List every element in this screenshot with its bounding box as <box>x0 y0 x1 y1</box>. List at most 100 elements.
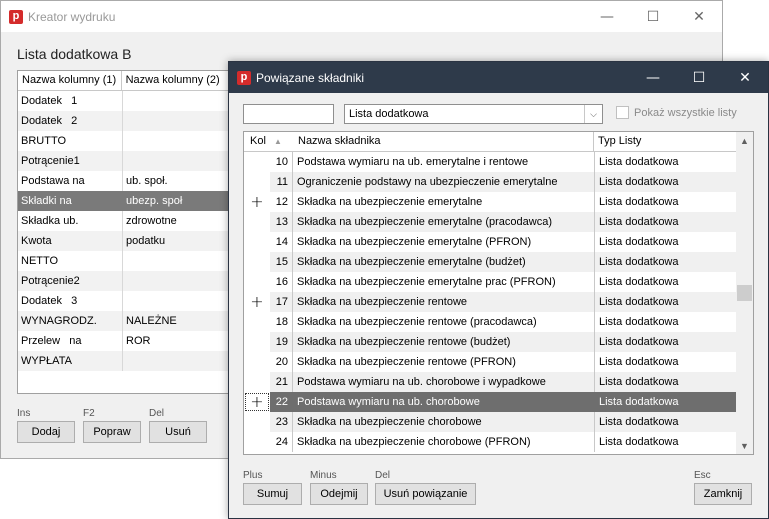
component-name: Podstawa wymiaru na ub. chorobowe <box>292 392 594 412</box>
list-type: Lista dodatkowa <box>594 252 737 272</box>
component-name: Ograniczenie podstawy na ubezpieczenie e… <box>292 172 594 192</box>
component-name: Składka na ubezpieczenie chorobowe (PFRO… <box>292 432 594 452</box>
scroll-thumb[interactable] <box>737 285 752 301</box>
table-row[interactable]: 21 Podstawa wymiaru na ub. chorobowe i wy… <box>244 372 737 392</box>
table-row[interactable]: 23 Składka na ubezpieczenie chorobowe List… <box>244 412 737 432</box>
table-row[interactable]: +22 Podstawa wymiaru na ub. chorobowe List… <box>244 392 737 412</box>
scroll-down-icon[interactable]: ▼ <box>736 437 753 454</box>
component-name: Składka na ubezpieczenie chorobowe <box>292 412 594 432</box>
table-row[interactable]: 20 Składka na ubezpieczenie rentowe (PFRO… <box>244 352 737 372</box>
component-name: Składka na ubezpieczenie rentowe <box>292 292 594 312</box>
component-name: Podstawa wymiaru na ub. chorobowe i wypa… <box>292 372 594 392</box>
table-row[interactable]: Dodatek 2 <box>18 111 256 131</box>
list-type: Lista dodatkowa <box>594 392 737 412</box>
list-type: Lista dodatkowa <box>594 272 737 292</box>
linked-components-dialog: p Powiązane składniki — ☐ ✕ Lista dodatk… <box>228 61 769 519</box>
kol-column-header[interactable]: Kol <box>244 132 270 151</box>
table-row[interactable]: 11 Ograniczenie podstawy na ubezpieczenie… <box>244 172 737 192</box>
component-number: 13 <box>270 212 292 232</box>
plus-icon[interactable]: + <box>244 192 270 212</box>
table-row[interactable]: 14 Składka na ubezpieczenie emerytalne (P… <box>244 232 737 252</box>
list-type: Lista dodatkowa <box>594 412 737 432</box>
column-header-1[interactable]: Nazwa kolumny (1) <box>18 71 122 90</box>
table-row[interactable]: 24 Składka na ubezpieczenie chorobowe (PF… <box>244 432 737 452</box>
subtract-button[interactable]: Odejmij <box>310 483 368 505</box>
components-grid[interactable]: Kol ▲ Nazwa składnika Typ Listy 10 Podsta… <box>243 131 754 455</box>
table-row[interactable]: BRUTTO <box>18 131 256 151</box>
table-row[interactable]: NETTO <box>18 251 256 271</box>
table-row[interactable]: Składki na ubezp. społ <box>18 191 256 211</box>
show-all-lists-checkbox[interactable]: Pokaż wszystkie listy <box>616 106 737 119</box>
table-row[interactable]: 13 Składka na ubezpieczenie emerytalne (p… <box>244 212 737 232</box>
component-name: Składka na ubezpieczenie emerytalne (pra… <box>292 212 594 232</box>
minimize-icon[interactable]: — <box>584 1 630 32</box>
type-column-header[interactable]: Typ Listy <box>594 132 737 151</box>
table-row[interactable]: 18 Składka na ubezpieczenie rentowe (prac… <box>244 312 737 332</box>
table-row[interactable]: Składka ub. zdrowotne <box>18 211 256 231</box>
add-button[interactable]: Dodaj <box>17 421 75 443</box>
table-row[interactable]: Przelew na ROR <box>18 331 256 351</box>
table-row[interactable]: 15 Składka na ubezpieczenie emerytalne (b… <box>244 252 737 272</box>
delete-key-hint: Del <box>149 408 165 419</box>
sort-ascending-icon[interactable]: ▲ <box>270 132 294 151</box>
search-input[interactable] <box>243 104 334 124</box>
maximize-icon[interactable]: ☐ <box>676 62 722 93</box>
plus-icon[interactable]: + <box>244 392 270 412</box>
table-row[interactable]: 10 Podstawa wymiaru na ub. emerytalne i r… <box>244 152 737 172</box>
component-number: 21 <box>270 372 292 392</box>
table-row[interactable]: 19 Składka na ubezpieczenie rentowe (budż… <box>244 332 737 352</box>
maximize-icon[interactable]: ☐ <box>630 1 676 32</box>
component-name: Składka na ubezpieczenie rentowe (budżet… <box>292 332 594 352</box>
column-name-1-cell: Składka ub. <box>21 215 79 227</box>
chevron-down-icon[interactable]: ⌵ <box>584 105 602 123</box>
component-name: Podstawa wymiaru na ub. emerytalne i ren… <box>292 152 594 172</box>
component-number: 15 <box>270 252 292 272</box>
scroll-up-icon[interactable]: ▲ <box>736 132 753 149</box>
sum-key-hint: Plus <box>243 470 263 481</box>
name-column-header[interactable]: Nazwa składnika <box>294 132 594 151</box>
list-type-value: Lista dodatkowa <box>349 108 429 120</box>
list-type: Lista dodatkowa <box>594 332 737 352</box>
plus-icon[interactable]: + <box>244 292 270 312</box>
table-row[interactable]: Potrącenie1 <box>18 151 256 171</box>
table-row[interactable]: Podstawa na ub. społ. <box>18 171 256 191</box>
subtract-key-hint: Minus <box>310 470 337 481</box>
list-type: Lista dodatkowa <box>594 292 737 312</box>
list-type: Lista dodatkowa <box>594 372 737 392</box>
table-row[interactable]: Kwota podatku <box>18 231 256 251</box>
list-type: Lista dodatkowa <box>594 172 737 192</box>
close-icon[interactable]: ✕ <box>676 1 722 32</box>
list-type: Lista dodatkowa <box>594 312 737 332</box>
component-number: 23 <box>270 412 292 432</box>
column-name-1-cell: Potrącenie1 <box>21 155 80 167</box>
edit-button[interactable]: Popraw <box>83 421 141 443</box>
column-name-1-cell: NETTO <box>21 255 59 267</box>
column-name-1-cell: BRUTTO <box>21 135 67 147</box>
table-row[interactable]: WYNAGRODZ. NALEŻNE <box>18 311 256 331</box>
columns-table[interactable]: Nazwa kolumny (1) Nazwa kolumny (2) Doda… <box>17 70 257 394</box>
column-name-1-cell: Dodatek 1 <box>21 95 78 107</box>
table-row[interactable]: +17 Składka na ubezpieczenie rentowe Lista… <box>244 292 737 312</box>
table-row[interactable]: 16 Składka na ubezpieczenie emerytalne pr… <box>244 272 737 292</box>
table-row[interactable]: WYPŁATA <box>18 351 256 371</box>
checkbox-box[interactable] <box>616 106 629 119</box>
close-icon[interactable]: ✕ <box>722 62 768 93</box>
table-row[interactable]: +12 Składka na ubezpieczenie emerytalne Li… <box>244 192 737 212</box>
list-type-select[interactable]: Lista dodatkowa ⌵ <box>344 104 603 124</box>
remove-link-button[interactable]: Usuń powiązanie <box>375 483 476 505</box>
table-row[interactable]: Dodatek 1 <box>18 91 256 111</box>
column-name-1-cell: Przelew na <box>21 335 82 347</box>
table-row[interactable]: Dodatek 3 <box>18 291 256 311</box>
list-heading: Lista dodatkowa B <box>17 46 132 62</box>
sum-button[interactable]: Sumuj <box>243 483 302 505</box>
delete-button[interactable]: Usuń <box>149 421 207 443</box>
back-titlebar: p Kreator wydruku — ☐ ✕ <box>1 1 722 32</box>
minimize-icon[interactable]: — <box>630 62 676 93</box>
vertical-scrollbar[interactable]: ▲ ▼ <box>736 132 753 454</box>
table-row[interactable]: Potrącenie2 <box>18 271 256 291</box>
component-number: 24 <box>275 436 288 448</box>
close-button[interactable]: Zamknij <box>694 483 752 505</box>
add-key-hint: Ins <box>17 408 31 419</box>
component-name: Składka na ubezpieczenie emerytalne (PFR… <box>292 232 594 252</box>
column-name-1-cell: Dodatek 3 <box>21 295 78 307</box>
